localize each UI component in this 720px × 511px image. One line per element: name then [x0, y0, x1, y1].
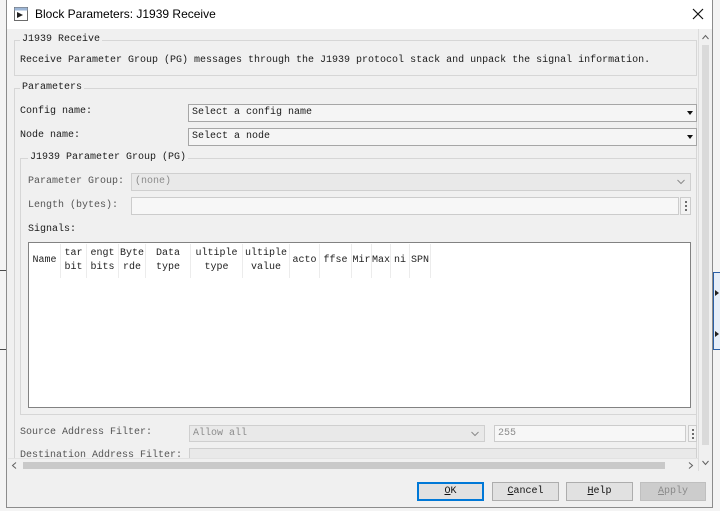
length-more-button[interactable]	[680, 197, 691, 215]
column-header-text: engt	[90, 248, 115, 259]
source-address-field[interactable]: 255	[494, 425, 686, 442]
column-header-text: ni	[393, 255, 406, 266]
column-header-text: ultiple	[244, 248, 287, 259]
column-header-multiplex-type[interactable]: ultiple type	[191, 244, 243, 278]
config-name-value: Select a config name	[192, 107, 313, 118]
column-header-factor[interactable]: acto	[290, 244, 320, 278]
column-header-text: tar	[64, 248, 83, 259]
config-name-label: Config name:	[20, 106, 93, 117]
block-description: Receive Parameter Group (PG) messages th…	[20, 55, 651, 66]
signals-table[interactable]: Name tar bit engt bits Byte rde Data typ…	[28, 242, 691, 408]
port-arrow-icon	[715, 331, 719, 337]
apply-button-label: Apply	[657, 486, 689, 497]
horizontal-scroll-thumb[interactable]	[23, 462, 665, 469]
chevron-right-icon[interactable]	[687, 462, 694, 469]
column-header-text: ffse	[323, 255, 348, 266]
column-header-text: Data	[155, 248, 180, 259]
column-header-text: SPN	[410, 255, 429, 266]
column-header-offset[interactable]: ffse	[320, 244, 352, 278]
column-header-text: Max	[372, 255, 391, 266]
column-header-text: acto	[292, 255, 317, 266]
column-header-text: Name	[32, 255, 57, 266]
horizontal-scrollbar[interactable]	[8, 458, 698, 471]
column-header-spn[interactable]: SPN	[410, 244, 431, 278]
config-name-dropdown[interactable]: Select a config name	[188, 104, 697, 122]
parameters-heading: Parameters	[20, 82, 85, 94]
destination-address-filter-dropdown[interactable]	[189, 448, 697, 458]
parameter-group-label: Parameter Group:	[28, 176, 125, 187]
help-button[interactable]: Help	[566, 482, 633, 501]
simulink-block-icon	[13, 6, 29, 22]
dropdown-arrow-icon	[687, 111, 693, 115]
node-name-value: Select a node	[192, 131, 271, 142]
ok-button-label: OK	[444, 486, 457, 497]
source-address-filter-label: Source Address Filter:	[20, 427, 153, 438]
column-header-text: ultiple	[195, 248, 238, 259]
help-button-label: Help	[587, 486, 612, 497]
column-header-data-type[interactable]: Data type	[146, 244, 191, 278]
chevron-left-icon[interactable]	[11, 462, 18, 469]
parameter-group-dropdown[interactable]: (none)	[131, 173, 691, 191]
column-header-byte-order[interactable]: Byte rde	[119, 244, 146, 278]
chevron-down-icon	[471, 431, 479, 437]
column-header-length-bits[interactable]: engt bits	[87, 244, 119, 278]
length-field[interactable]	[131, 197, 679, 215]
parameter-group-value: (none)	[135, 176, 172, 187]
port-arrow-icon	[715, 290, 719, 296]
column-header-text: value	[250, 262, 281, 273]
source-address-filter-dropdown[interactable]: Allow all	[189, 425, 485, 442]
cancel-button-label: Cancel	[507, 486, 544, 497]
column-header-multiplex-value[interactable]: ultiple value	[243, 244, 290, 278]
node-name-dropdown[interactable]: Select a node	[188, 128, 697, 146]
signals-label: Signals:	[28, 224, 77, 235]
parameter-group-heading: J1939 Parameter Group (PG)	[28, 152, 189, 164]
column-header-text: bits	[90, 262, 115, 273]
chevron-down-icon	[677, 179, 685, 185]
column-header-text: bit	[64, 262, 83, 273]
column-header-text: rde	[122, 262, 141, 273]
title-bar[interactable]: Block Parameters: J1939 Receive	[7, 0, 712, 29]
vertical-ellipsis-icon	[684, 205, 687, 207]
model-signal-line	[0, 270, 7, 271]
column-header-max[interactable]: Max	[372, 244, 391, 278]
column-header-text: Mir	[352, 255, 371, 266]
node-name-label: Node name:	[20, 130, 81, 141]
dropdown-arrow-icon	[687, 135, 693, 139]
model-signal-line	[0, 349, 7, 350]
block-name-heading: J1939 Receive	[20, 34, 103, 46]
length-label: Length (bytes):	[28, 200, 119, 211]
close-icon[interactable]	[692, 8, 704, 20]
parameters-scroll-area: J1939 Receive Receive Parameter Group (P…	[8, 29, 698, 458]
cancel-button[interactable]: Cancel	[492, 482, 559, 501]
column-header-text: type	[155, 262, 180, 273]
column-header-name[interactable]: Name	[29, 244, 61, 278]
column-header-text: type	[204, 262, 229, 273]
column-header-start-bit[interactable]: tar bit	[61, 244, 87, 278]
chevron-down-icon[interactable]	[702, 459, 709, 466]
destination-address-filter-label: Destination Address Filter:	[20, 450, 183, 458]
vertical-ellipsis-icon	[691, 432, 694, 435]
column-header-min[interactable]: Mir	[352, 244, 372, 278]
source-address-more-button[interactable]	[688, 425, 697, 442]
model-block[interactable]	[713, 272, 720, 350]
column-header-unit[interactable]: ni	[391, 244, 410, 278]
source-address-filter-value: Allow all	[193, 428, 248, 439]
apply-button[interactable]: Apply	[640, 482, 706, 501]
vertical-scrollbar[interactable]	[698, 29, 712, 471]
vertical-scroll-thumb[interactable]	[702, 45, 709, 445]
column-header-text: Byte	[119, 248, 144, 259]
window-title: Block Parameters: J1939 Receive	[35, 7, 216, 21]
chevron-up-icon[interactable]	[702, 34, 709, 41]
ok-button[interactable]: OK	[417, 482, 484, 501]
signals-table-header: Name tar bit engt bits Byte rde Data typ…	[29, 244, 431, 278]
block-parameters-dialog: Block Parameters: J1939 Receive J1939 Re…	[7, 0, 712, 507]
